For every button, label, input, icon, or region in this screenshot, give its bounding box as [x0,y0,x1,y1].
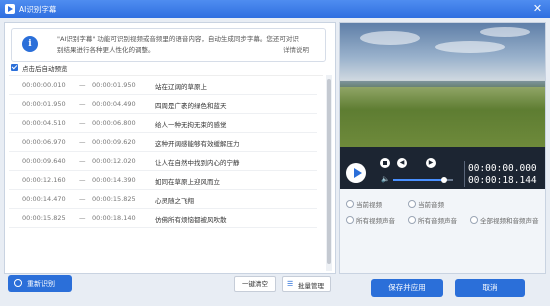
title-bar: AI识别字幕 ✕ [0,0,550,18]
horizon-line [340,81,545,87]
total-time: 00:00:18.144 [468,175,537,186]
list-icon: ☰ [287,280,294,288]
details-link[interactable]: 详情说明 [283,44,309,54]
player-controls: ◀ ▶ 🔈 00:00:00.000 00:00:18.144 [340,147,545,189]
subtitle-text[interactable]: 四周是广袤的绿色和蓝天 [155,100,227,110]
preview-panel: ◀ ▶ 🔈 00:00:00.000 00:00:18.144 当前视频 当前音… [339,22,546,274]
table-row[interactable]: 00:00:12.160 — 00:00:14.390 如同在草原上迎风而立 [9,171,317,190]
cloud-shape [435,41,505,53]
radio-button[interactable] [408,216,416,224]
end-time: 00:00:01.950 [92,81,136,89]
dialog-actions: 保存并应用 取消 [339,274,544,302]
scope-label: 全部视频和音频声音 [480,217,539,225]
next-icon[interactable]: ▶ [426,158,436,168]
end-time: 00:00:04.490 [92,100,136,108]
current-time: 00:00:00.000 [468,163,537,174]
table-row[interactable]: 00:00:09.640 — 00:00:12.020 让人在自然中找到内心的宁… [9,152,317,171]
scope-label: 所有视频声音 [356,217,395,225]
start-time: 00:00:09.640 [22,157,66,165]
table-row[interactable]: 00:00:04.510 — 00:00:06.800 给人一种无拘无束的感觉 [9,114,317,133]
end-time: 00:00:06.800 [92,119,136,127]
end-time: 00:00:14.390 [92,176,136,184]
start-time: 00:00:12.160 [22,176,66,184]
list-scrollbar[interactable] [326,75,332,271]
cancel-button[interactable]: 取消 [455,279,525,297]
info-icon: i [22,36,38,52]
cloud-shape [360,31,420,45]
subtitle-panel: i "AI识别字幕" 功能可识别视频或音频里的语音内容，自动生成同步字幕。您还可… [4,22,336,274]
ai-subtitle-window: AI识别字幕 ✕ i "AI识别字幕" 功能可识别视频或音频里的语音内容，自动生… [0,0,550,306]
start-time: 00:00:01.950 [22,100,66,108]
info-box: i "AI识别字幕" 功能可识别视频或音频里的语音内容，自动生成同步字幕。您还可… [11,28,326,62]
subtitle-text[interactable]: 给人一种无拘无束的感觉 [155,119,227,129]
start-time: 00:00:14.470 [22,195,66,203]
subtitle-list: 00:00:00.010 — 00:00:01.950 站在辽阔的草原上 00:… [9,75,323,272]
scope-label: 当前音频 [418,201,444,209]
auto-preview-label: 点击后自动预览 [22,65,68,73]
table-row[interactable]: 00:00:00.010 — 00:00:01.950 站在辽阔的草原上 [9,76,317,95]
info-text: "AI识别字幕" 功能可识别视频或音频里的语音内容，自动生成同步字幕。您还可对识… [57,35,299,54]
re-recognize-button[interactable]: 重新识别 [8,275,72,292]
subtitle-text[interactable]: 心灵随之飞翔 [155,195,194,205]
radio-button[interactable] [408,200,416,208]
control-divider [464,161,465,187]
subtitle-text[interactable]: 如同在草原上迎风而立 [155,176,220,186]
auto-preview-checkbox[interactable] [11,64,18,71]
end-time: 00:00:18.140 [92,214,136,222]
start-time: 00:00:00.010 [22,81,66,89]
stop-icon[interactable] [380,158,390,168]
time-separator: — [79,119,86,127]
time-separator: — [79,195,86,203]
radio-button[interactable] [470,216,478,224]
table-row[interactable]: 00:00:15.825 — 00:00:18.140 仿佛所有烦恼都被风吹散 [9,209,317,228]
start-time: 00:00:04.510 [22,119,66,127]
start-time: 00:00:15.825 [22,214,66,222]
prev-icon[interactable]: ◀ [397,158,407,168]
time-separator: — [79,100,86,108]
clear-all-button[interactable]: 一键清空 [234,276,276,292]
volume-slider[interactable] [393,177,453,183]
batch-manage-label: 批量管理 [298,282,324,290]
batch-manage-button[interactable]: ☰ 批量管理 [282,276,331,292]
scrollbar-thumb[interactable] [327,79,331,264]
time-separator: — [79,214,86,222]
volume-icon[interactable]: 🔈 [381,175,390,183]
time-separator: — [79,81,86,89]
refresh-icon [14,279,22,287]
time-separator: — [79,176,86,184]
end-time: 00:00:12.020 [92,157,136,165]
subtitle-actions: 重新识别 一键清空 ☰ 批量管理 [4,274,334,296]
end-time: 00:00:09.620 [92,138,136,146]
play-icon[interactable] [346,163,366,183]
start-time: 00:00:06.970 [22,138,66,146]
cloud-shape [480,27,530,37]
scope-label: 当前视频 [356,201,382,209]
save-apply-button[interactable]: 保存并应用 [371,279,443,297]
table-row[interactable]: 00:00:01.950 — 00:00:04.490 四周是广袤的绿色和蓝天 [9,95,317,114]
subtitle-text[interactable]: 仿佛所有烦恼都被风吹散 [155,214,227,224]
subtitle-text[interactable]: 站在辽阔的草原上 [155,81,207,91]
scope-label: 所有音频声音 [418,217,457,225]
radio-button[interactable] [346,200,354,208]
end-time: 00:00:15.825 [92,195,136,203]
video-preview [340,23,545,147]
table-row[interactable]: 00:00:06.970 — 00:00:09.620 这种开阔感能够有效缓解压… [9,133,317,152]
volume-fill [393,179,444,181]
app-logo-icon [5,4,15,14]
subtitle-text[interactable]: 这种开阔感能够有效缓解压力 [155,138,240,148]
time-separator: — [79,138,86,146]
radio-button[interactable] [346,216,354,224]
subtitle-text[interactable]: 让人在自然中找到内心的宁静 [155,157,240,167]
volume-knob[interactable] [441,177,447,183]
close-icon[interactable]: ✕ [531,2,544,15]
window-title: AI识别字幕 [19,5,57,14]
table-row[interactable]: 00:00:14.470 — 00:00:15.825 心灵随之飞翔 [9,190,317,209]
re-recognize-label: 重新识别 [27,280,55,288]
time-separator: — [79,157,86,165]
